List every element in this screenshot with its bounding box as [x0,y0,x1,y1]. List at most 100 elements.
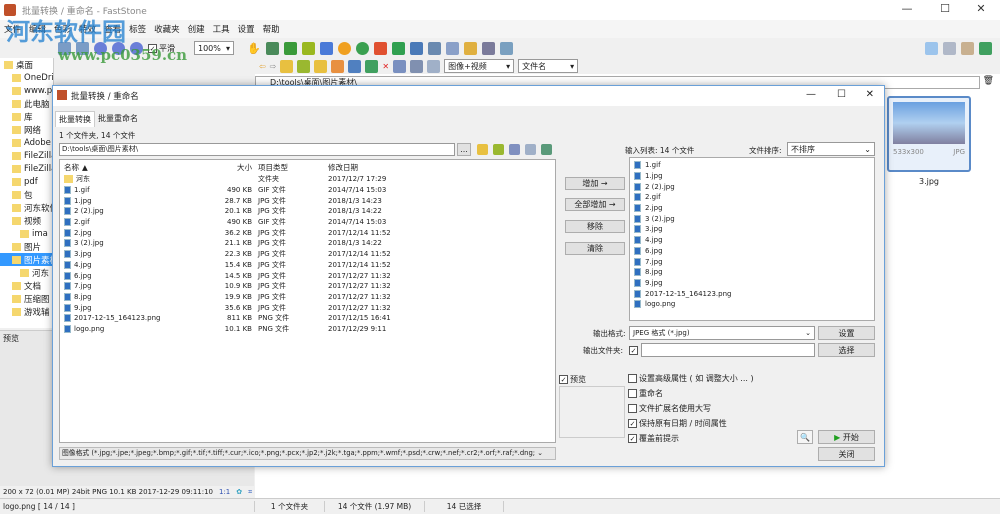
tree-item[interactable]: 此电脑 [0,97,53,110]
menu-favorites[interactable]: 收藏夹 [154,23,180,35]
resize-icon[interactable] [283,41,297,55]
back-icon[interactable]: ⇦ [259,62,266,71]
option-checkbox[interactable]: 文件扩展名使用大写 [628,403,711,414]
favorites-icon[interactable] [314,59,328,73]
up-folder-icon[interactable] [477,144,488,155]
column-type[interactable]: 项目类型 [252,162,328,173]
option-checkbox[interactable]: 重命名 [628,388,663,399]
open-folder-icon[interactable] [331,59,345,73]
tree-item[interactable]: 视频 [0,214,53,227]
tree-item[interactable]: 河东 [0,266,53,279]
option-checkbox[interactable]: 设置高级属性 ( 如 调整大小 ... ) [628,373,754,384]
tree-item[interactable]: FileZilla [0,162,53,175]
input-list-item[interactable]: 3.jpg [634,224,870,235]
menu-settings[interactable]: 设置 [238,23,255,35]
file-row[interactable]: 1.jpg 28.7 KB JPG 文件 2018/1/3 14:23 [60,195,555,206]
zoom-select[interactable]: 100% ▾ [194,41,234,55]
view-details-icon[interactable] [541,144,552,155]
new-folder-icon[interactable] [493,144,504,155]
remove-button[interactable]: 移除 [565,220,625,233]
file-row[interactable]: 2.gif 490 KB GIF 文件 2014/7/14 15:03 [60,217,555,228]
file-row[interactable]: 6.jpg 14.5 KB JPG 文件 2017/12/27 11:32 [60,270,555,281]
view-details-icon[interactable] [427,59,441,73]
column-size[interactable]: 大小 [180,162,252,173]
output-folder-input[interactable] [641,343,815,357]
tree-item[interactable]: Adobe [0,136,53,149]
input-list-item[interactable]: 2.jpg [634,203,870,214]
input-list-item[interactable]: 8.jpg [634,267,870,278]
tree-item[interactable]: 库 [0,110,53,123]
path-input[interactable]: D:\tools\桌面\图片素材\ [59,143,455,156]
compare-icon[interactable] [409,41,423,55]
email-icon[interactable] [463,41,477,55]
tree-item[interactable]: ima [0,227,53,240]
file-row[interactable]: logo.png 10.1 KB PNG 文件 2017/12/29 9:11 [60,324,555,335]
menu-tools[interactable]: 工具 [213,23,230,35]
move-to-icon[interactable] [365,59,379,73]
tree-item[interactable]: 压缩图 [0,292,53,305]
brightness-icon[interactable] [337,41,351,55]
tree-item[interactable]: 文档 [0,279,53,292]
file-row[interactable]: 8.jpg 19.9 KB JPG 文件 2017/12/27 11:32 [60,292,555,303]
column-date[interactable]: 修改日期 [328,162,408,173]
menu-help[interactable]: 帮助 [263,23,280,35]
add-all-button[interactable]: 全部增加 → [565,198,625,211]
minimize-button[interactable]: — [892,2,922,15]
input-list-item[interactable]: 4.jpg [634,235,870,246]
input-list-item[interactable]: 3 (2).jpg [634,213,870,224]
tree-item[interactable]: FileZilla [0,149,53,162]
option-checkbox[interactable]: ✓ 覆盖前提示 [628,433,679,444]
input-list-item[interactable]: logo.png [634,299,870,310]
tree-item[interactable]: 网络 [0,123,53,136]
layout-preview-icon[interactable] [943,41,956,55]
dialog-minimize[interactable]: — [806,89,816,100]
view-list-icon[interactable] [410,59,424,73]
maximize-button[interactable]: ☐ [930,2,960,15]
file-row[interactable]: 4.jpg 15.4 KB JPG 文件 2017/12/14 11:52 [60,260,555,271]
file-row[interactable]: 1.gif 490 KB GIF 文件 2014/7/14 15:03 [60,185,555,196]
file-row[interactable]: 9.jpg 35.6 KB JPG 文件 2017/12/27 11:32 [60,302,555,313]
file-row[interactable]: 7.jpg 10.9 KB JPG 文件 2017/12/27 11:32 [60,281,555,292]
dialog-close[interactable]: ✕ [866,89,874,100]
fullscreen-icon[interactable] [979,41,992,55]
input-list-item[interactable]: 1.jpg [634,171,870,182]
tree-item[interactable]: 游戏辅 [0,305,53,318]
output-folder-checkbox[interactable]: ✓ [629,346,638,355]
properties-icon[interactable] [499,41,513,55]
file-row[interactable]: 河东 文件夹 2017/12/7 17:29 [60,174,555,185]
settings-button[interactable]: 设置 [818,326,875,340]
input-list-item[interactable]: 9.jpg [634,278,870,289]
tree-item[interactable]: 图片 [0,240,53,253]
layout-single-icon[interactable] [961,41,974,55]
forward-icon[interactable]: ⇨ [270,62,277,71]
color-icon[interactable] [319,41,333,55]
column-name[interactable]: 名称 ▲ [60,162,180,173]
choose-button[interactable]: 选择 [818,343,875,357]
hand-icon[interactable]: ✋ [247,42,261,55]
input-list-item[interactable]: 2 (2).jpg [634,181,870,192]
input-list-item[interactable]: 2017-12-15_164123.png [634,288,870,299]
actual-size-button[interactable]: 1:1 [219,488,230,496]
input-list-item[interactable]: 6.jpg [634,246,870,257]
close-dialog-button[interactable]: 关闭 [818,447,875,461]
crop-icon[interactable] [265,41,279,55]
view-icons-icon[interactable] [509,144,520,155]
delete-icon[interactable]: ✕ [382,62,389,71]
scan-icon[interactable] [445,41,459,55]
clear-button[interactable]: 清除 [565,242,625,255]
preview-magnify-icon[interactable]: 🔍 [797,430,813,444]
tree-item[interactable]: OneDrive [0,71,53,84]
view-list-icon[interactable] [525,144,536,155]
up-folder-icon[interactable] [280,59,294,73]
tree-item[interactable]: 河东软件 [0,201,53,214]
add-button[interactable]: 增加 → [565,177,625,190]
file-row[interactable]: 2017-12-15_164123.png 811 KB PNG 文件 2017/12… [60,313,555,324]
tree-item[interactable]: 包 [0,188,53,201]
tree-item[interactable]: pdf [0,175,53,188]
sort-order-select[interactable]: 不排序 ⌄ [787,142,875,156]
option-checkbox[interactable]: ✓ 保持原有日期 / 时间属性 [628,418,727,429]
tree-item[interactable]: 桌面 [0,58,53,71]
file-row[interactable]: 2 (2).jpg 20.1 KB JPG 文件 2018/1/3 14:22 [60,206,555,217]
copy-to-icon[interactable] [348,59,362,73]
rotate-right-icon[interactable] [391,41,405,55]
